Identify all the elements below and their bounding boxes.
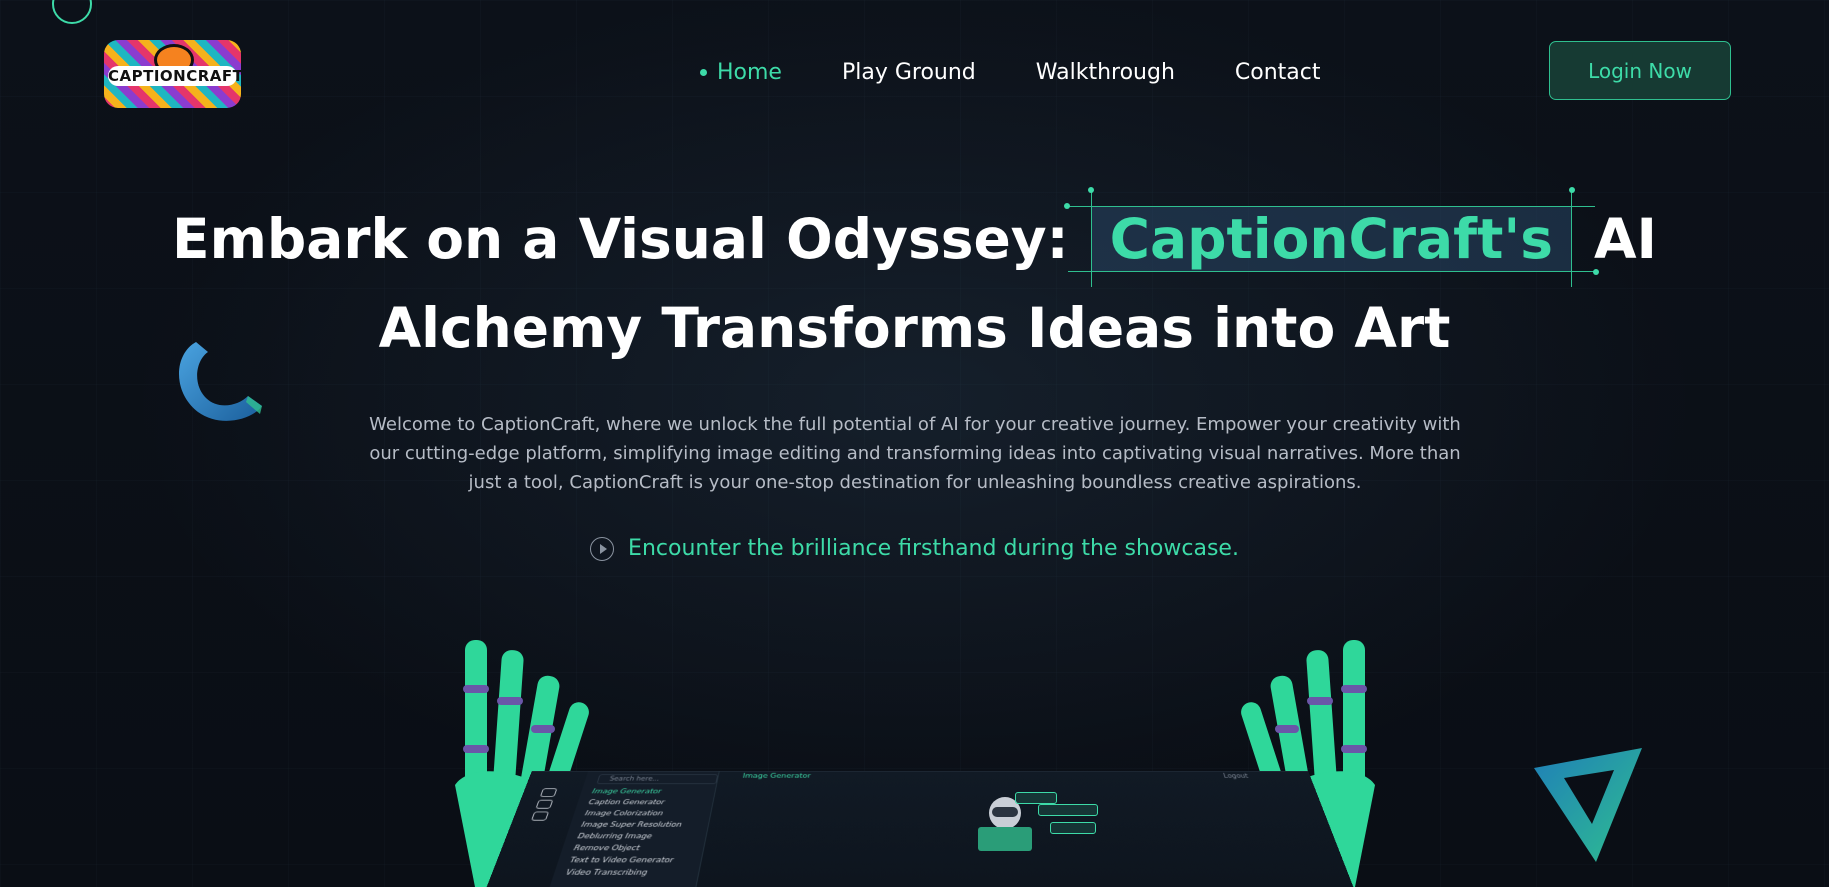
mockup-settings-icon (531, 811, 550, 821)
nav-item-contact[interactable]: Contact (1235, 60, 1321, 85)
hero-title-line2: Alchemy Transforms Ideas into Art (378, 296, 1451, 360)
mockup-chat-icon (535, 799, 554, 809)
mockup-menu-item: Video Transcribing (564, 868, 649, 878)
mockup-menu-item: Image Colorization (583, 810, 664, 818)
nav-item-home[interactable]: Home (700, 60, 782, 85)
logo-text: CAPTIONCRAFT (108, 66, 241, 86)
nav-item-label: Walkthrough (1035, 59, 1175, 85)
mockup-menu-item: Text to Video Generator (568, 856, 675, 865)
login-button[interactable]: Login Now (1549, 41, 1731, 100)
chat-bubble-icon (1015, 792, 1057, 804)
highlight-guide-line (1570, 191, 1572, 287)
play-circle-icon[interactable] (590, 536, 615, 561)
landing-page: CAPTIONCRAFT Home Play Ground Walkthroug… (0, 0, 1829, 887)
mockup-search: Search here... (596, 774, 719, 785)
hero-title-part1: Embark on a Visual Odyssey: (172, 207, 1069, 271)
chat-bubble-icon (1050, 822, 1096, 834)
hero-title-part2: AI (1593, 207, 1657, 271)
hero-description: Welcome to CaptionCraft, where we unlock… (369, 414, 1461, 493)
mockup-title: Image Generator (742, 772, 812, 780)
mockup-logout-label: Logout (1222, 772, 1250, 780)
ring-decoration-icon (179, 342, 262, 421)
showcase-link[interactable]: Encounter the brilliance firsthand durin… (0, 536, 1829, 561)
nav-item-play-ground[interactable]: Play Ground (842, 60, 976, 85)
showcase-text[interactable]: Encounter the brilliance firsthand durin… (628, 536, 1239, 561)
nav-item-walkthrough[interactable]: Walkthrough (1036, 60, 1175, 85)
chat-bubble-icon (1038, 804, 1098, 816)
nav-item-label: Home (717, 59, 782, 85)
active-dot-icon (700, 68, 707, 76)
hero-illustration: Search here... Image Generator Logout Im… (0, 620, 1829, 887)
mockup-menu-item: Image Generator (591, 788, 663, 796)
hero-title-highlight-text: CaptionCraft's (1109, 207, 1553, 271)
highlight-pin-icon (1592, 269, 1599, 275)
highlight-guide-line (1067, 206, 1595, 207)
highlight-pin-icon (1087, 187, 1094, 193)
highlight-guide-line (1090, 191, 1092, 287)
highlight-pin-icon (1063, 203, 1070, 209)
hero-title-highlight: CaptionCraft's (1063, 187, 1599, 287)
mockup-menu-item: Remove Object (572, 844, 641, 853)
highlight-pin-icon (1568, 187, 1575, 193)
mockup-image-icon (539, 788, 558, 797)
nav-item-label: Contact (1234, 59, 1321, 85)
nav-item-label: Play Ground (841, 59, 976, 85)
mockup-menu-item: Caption Generator (587, 799, 666, 807)
app-mockup-screen: Search here... Image Generator Logout Im… (480, 770, 1360, 887)
highlight-guide-line (1067, 271, 1595, 272)
mockup-menu-item: Image Super Resolution (580, 821, 683, 829)
captioncraft-logo[interactable]: CAPTIONCRAFT (104, 40, 241, 108)
mockup-menu-item: Deblurring Image (576, 832, 653, 841)
main-nav: Home Play Ground Walkthrough Contact (700, 52, 1380, 92)
hero-title-line1: Embark on a Visual Odyssey: CaptionCraft… (0, 187, 1829, 287)
